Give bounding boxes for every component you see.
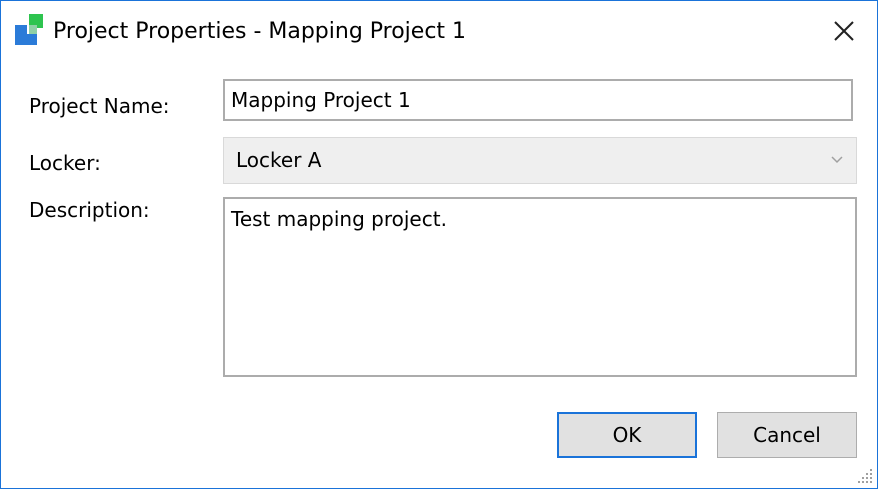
description-textarea[interactable]: Test mapping project. <box>223 197 857 377</box>
locker-label: Locker: <box>29 151 101 175</box>
project-name-input[interactable] <box>223 79 853 121</box>
window-title: Project Properties - Mapping Project 1 <box>53 19 467 44</box>
app-logo-icon <box>15 14 43 45</box>
resize-grip-icon[interactable] <box>856 467 874 485</box>
title-bar[interactable]: Project Properties - Mapping Project 1 <box>1 1 877 63</box>
project-properties-dialog: Project Properties - Mapping Project 1 P… <box>0 0 878 489</box>
cancel-button[interactable]: Cancel <box>717 412 857 458</box>
locker-select[interactable]: Locker A <box>223 137 857 184</box>
locker-selected-value: Locker A <box>236 148 322 172</box>
description-label: Description: <box>29 198 150 222</box>
ok-button[interactable]: OK <box>557 412 697 458</box>
chevron-down-icon <box>831 156 843 164</box>
close-button[interactable] <box>821 9 867 53</box>
project-name-label: Project Name: <box>29 94 170 118</box>
close-icon <box>834 21 854 41</box>
